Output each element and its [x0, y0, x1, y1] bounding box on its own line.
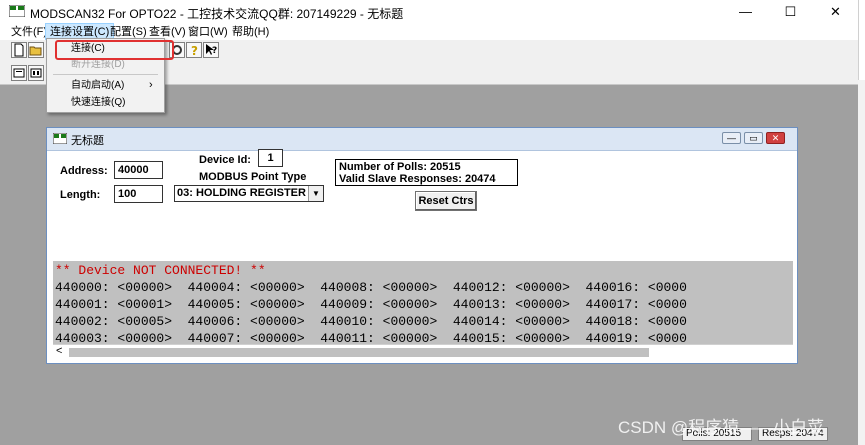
register-row: 440001: <00001> 440005: <00000> 440009: … [55, 297, 687, 312]
watermark-text: CSDN @程序猿——小白菜 [618, 418, 825, 437]
register-row: 440000: <00000> 440004: <00000> 440008: … [55, 280, 687, 295]
close-icon[interactable]: ✕ [813, 0, 858, 24]
app-icon [9, 5, 25, 17]
svg-text:?: ? [212, 46, 217, 56]
point-type-label: MODBUS Point Type [199, 171, 307, 183]
length-label: Length: [60, 189, 101, 201]
poll-stats-box: Number of Polls: 20515 Valid Slave Respo… [335, 159, 518, 186]
minimize-icon[interactable]: — [723, 0, 768, 24]
scroll-left-icon[interactable]: < [56, 345, 62, 357]
child-restore-icon[interactable]: ▭ [744, 132, 763, 144]
device-id-label: Device Id: [199, 154, 251, 166]
address-label: Address: [60, 165, 108, 177]
data-format-icon[interactable] [28, 65, 44, 81]
svg-text:?: ? [191, 44, 198, 57]
submenu-arrow-icon: › [149, 79, 153, 91]
horizontal-scrollbar[interactable]: < [53, 344, 793, 360]
menu-help[interactable]: 帮助(H) [228, 24, 273, 40]
highlight-annotation-box [55, 40, 174, 60]
point-type-select[interactable]: 03: HOLDING REGISTER ▼ [174, 185, 324, 202]
new-document-icon[interactable] [11, 42, 27, 58]
child-app-icon [53, 133, 67, 144]
menu-window[interactable]: 窗口(W) [184, 24, 232, 40]
menu-file[interactable]: 文件(F) [7, 24, 51, 40]
reset-counters-button[interactable]: Reset Ctrs [415, 191, 477, 211]
help-icon[interactable]: ? [186, 42, 202, 58]
open-folder-icon[interactable] [28, 42, 44, 58]
child-minimize-icon[interactable]: — [722, 132, 741, 144]
register-row: 440002: <00005> 440006: <00000> 440010: … [55, 314, 687, 329]
window-title: MODSCAN32 For OPTO22 - 工控技术交流QQ群: 207149… [30, 7, 404, 21]
valid-responses-count: Valid Slave Responses: 20474 [339, 173, 496, 185]
device-id-input[interactable]: 1 [258, 149, 283, 167]
not-connected-message: ** Device NOT CONNECTED! ** [55, 263, 266, 278]
point-type-value: 03: HOLDING REGISTER [177, 187, 306, 199]
menu-item-quick-connect[interactable]: 快速连接(Q) [47, 94, 164, 111]
maximize-icon[interactable]: ☐ [768, 0, 813, 24]
context-help-icon[interactable]: ? [203, 42, 219, 58]
child-window-title: 无标题 [71, 135, 104, 147]
menu-separator [53, 74, 158, 75]
display-mode-icon[interactable] [11, 65, 27, 81]
polls-count: Number of Polls: 20515 [339, 161, 461, 173]
menu-item-auto-start[interactable]: 自动启动(A) [47, 77, 164, 94]
address-input[interactable]: 40000 [114, 161, 163, 179]
background-window-edge [858, 80, 865, 445]
child-close-icon[interactable]: ✕ [766, 132, 785, 144]
child-title-bar: 无标题 — ▭ ✕ [47, 128, 797, 151]
chevron-down-icon[interactable]: ▼ [308, 186, 323, 201]
length-input[interactable]: 100 [114, 185, 163, 203]
register-data-area: ** Device NOT CONNECTED! ** 440000: <000… [53, 261, 793, 360]
mdi-child-window: 无标题 — ▭ ✕ Address: 40000 Length: 100 Dev… [46, 127, 798, 364]
scrollbar-thumb[interactable] [69, 348, 649, 357]
title-bar: MODSCAN32 For OPTO22 - 工控技术交流QQ群: 207149… [0, 0, 858, 24]
